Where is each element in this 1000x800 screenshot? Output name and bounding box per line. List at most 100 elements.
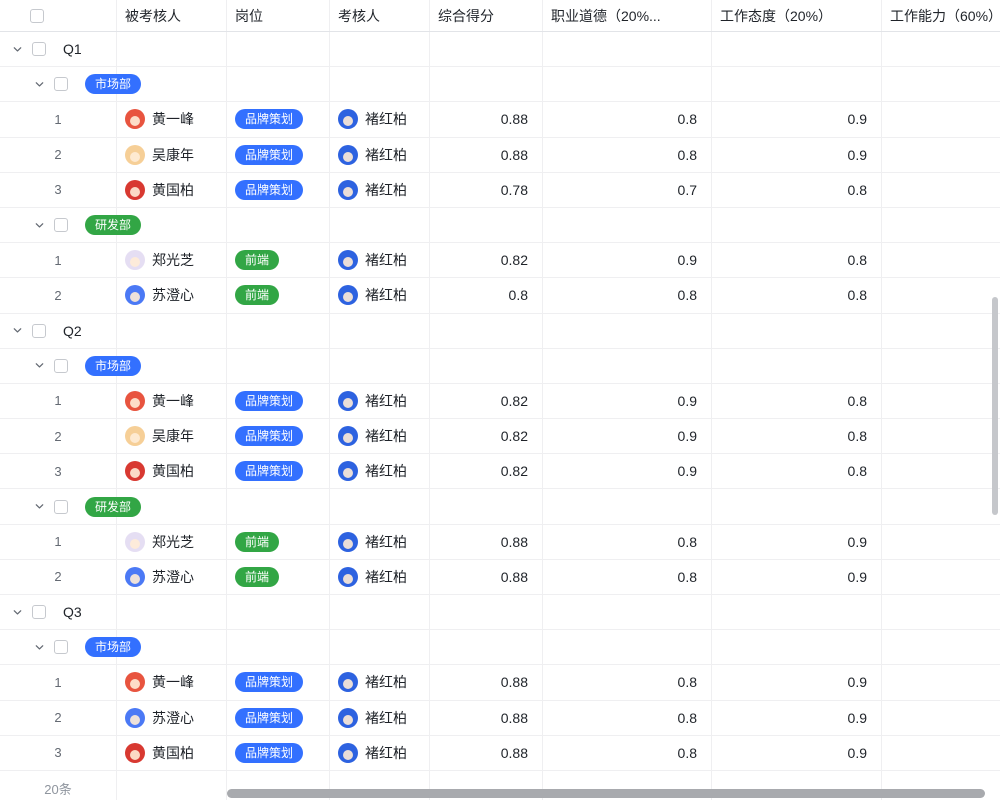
cell: 0.88 — [430, 665, 543, 699]
group-row-department[interactable]: 市场部 — [0, 630, 1000, 665]
row-index: 1 — [8, 675, 108, 690]
table-row[interactable]: 2吴康年品牌策划褚红柏0.820.90.8 — [0, 419, 1000, 454]
row-checkbox[interactable] — [54, 640, 68, 654]
cell — [227, 208, 330, 242]
cell: 研发部 — [0, 489, 117, 523]
chevron-down-icon[interactable] — [12, 325, 23, 336]
table-row[interactable]: 3黄国柏品牌策划褚红柏0.880.80.9 — [0, 736, 1000, 771]
column-header-attitude[interactable]: 工作态度（20%） — [712, 0, 882, 31]
chevron-down-icon[interactable] — [12, 44, 23, 55]
row-checkbox[interactable] — [54, 500, 68, 514]
assessee-name: 黄国柏 — [152, 743, 194, 763]
cell: 0.8 — [543, 138, 712, 172]
group-row-quarter[interactable]: Q2 — [0, 314, 1000, 349]
row-checkbox[interactable] — [54, 359, 68, 373]
attitude-value: 0.9 — [848, 710, 867, 726]
department-tag: 市场部 — [85, 637, 141, 657]
chevron-down-icon[interactable] — [34, 79, 45, 90]
column-header-assessee[interactable]: 被考核人 — [117, 0, 227, 31]
cell: 0.82 — [430, 384, 543, 418]
chevron-down-icon[interactable] — [34, 642, 45, 653]
cell: 0.8 — [543, 525, 712, 559]
cell: 0.8 — [543, 701, 712, 735]
cell — [430, 630, 543, 664]
table-row[interactable]: 3黄国柏品牌策划褚红柏0.780.70.8 — [0, 173, 1000, 208]
cell: 1 — [0, 243, 117, 277]
cell: 0.9 — [712, 665, 882, 699]
cell: 1 — [0, 525, 117, 559]
cell: 品牌策划 — [227, 454, 330, 488]
assessor-name: 褚红柏 — [365, 672, 407, 692]
group-row-department[interactable]: 研发部 — [0, 489, 1000, 524]
position-tag: 品牌策划 — [235, 180, 303, 200]
assessor-name: 褚红柏 — [365, 532, 407, 552]
table-row[interactable]: 3黄国柏品牌策划褚红柏0.820.90.8 — [0, 454, 1000, 489]
cell — [712, 489, 882, 523]
row-checkbox[interactable] — [32, 42, 46, 56]
table-row[interactable]: 2苏澄心品牌策划褚红柏0.880.80.9 — [0, 701, 1000, 736]
table-row[interactable]: 1黄一峰品牌策划褚红柏0.880.80.9 — [0, 102, 1000, 137]
cell — [430, 489, 543, 523]
cell — [543, 489, 712, 523]
cell: 3 — [0, 173, 117, 207]
assessor-name: 褚红柏 — [365, 708, 407, 728]
table-row[interactable]: 1郑光芝前端褚红柏0.880.80.9 — [0, 525, 1000, 560]
row-index: 3 — [8, 745, 108, 760]
group-row-department[interactable]: 市场部 — [0, 67, 1000, 102]
cell — [543, 208, 712, 242]
column-header-assessor[interactable]: 考核人 — [330, 0, 430, 31]
assessor-name: 褚红柏 — [365, 567, 407, 587]
cell — [117, 595, 227, 629]
header-select-cell — [0, 0, 117, 31]
row-index: 2 — [8, 147, 108, 162]
chevron-down-icon[interactable] — [12, 607, 23, 618]
avatar — [338, 743, 358, 763]
column-header-score[interactable]: 综合得分 — [430, 0, 543, 31]
column-header-ability[interactable]: 工作能力（60%） — [882, 0, 1000, 31]
cell: 20条 — [0, 771, 117, 800]
assessee-name: 郑光芝 — [152, 532, 194, 552]
group-row-department[interactable]: 研发部 — [0, 208, 1000, 243]
cell — [543, 630, 712, 664]
table-row[interactable]: 2苏澄心前端褚红柏0.880.80.9 — [0, 560, 1000, 595]
assessor-name: 褚红柏 — [365, 109, 407, 129]
cell: 褚红柏 — [330, 560, 430, 594]
column-header-ethics[interactable]: 职业道德（20%... — [543, 0, 712, 31]
ethics-value: 0.9 — [678, 252, 697, 268]
table-row[interactable]: 1黄一峰品牌策划褚红柏0.880.80.9 — [0, 665, 1000, 700]
cell: 黄国柏 — [117, 173, 227, 207]
cell: Q1 — [0, 32, 117, 66]
cell — [227, 314, 330, 348]
cell — [882, 278, 1000, 312]
cell: 郑光芝 — [117, 243, 227, 277]
row-checkbox[interactable] — [32, 605, 46, 619]
chevron-down-icon[interactable] — [34, 501, 45, 512]
attitude-value: 0.8 — [848, 252, 867, 268]
group-row-quarter[interactable]: Q1 — [0, 32, 1000, 67]
position-tag: 品牌策划 — [235, 426, 303, 446]
column-header-position[interactable]: 岗位 — [227, 0, 330, 31]
table-row[interactable]: 1郑光芝前端褚红柏0.820.90.8 — [0, 243, 1000, 278]
row-checkbox[interactable] — [32, 324, 46, 338]
table-body: Q1市场部1黄一峰品牌策划褚红柏0.880.80.92吴康年品牌策划褚红柏0.8… — [0, 32, 1000, 800]
group-label: Q3 — [63, 604, 82, 620]
cell — [882, 349, 1000, 383]
row-checkbox[interactable] — [54, 218, 68, 232]
table-row[interactable]: 1黄一峰品牌策划褚红柏0.820.90.8 — [0, 384, 1000, 419]
select-all-checkbox[interactable] — [30, 9, 44, 23]
cell: 苏澄心 — [117, 560, 227, 594]
chevron-down-icon[interactable] — [34, 220, 45, 231]
table-row[interactable]: 2吴康年品牌策划褚红柏0.880.80.9 — [0, 138, 1000, 173]
cell: 苏澄心 — [117, 701, 227, 735]
group-row-department[interactable]: 市场部 — [0, 349, 1000, 384]
horizontal-scrollbar[interactable] — [227, 789, 985, 798]
avatar — [125, 145, 145, 165]
row-checkbox[interactable] — [54, 77, 68, 91]
cell — [330, 349, 430, 383]
table-row[interactable]: 2苏澄心前端褚红柏0.80.80.8 — [0, 278, 1000, 313]
group-row-quarter[interactable]: Q3 — [0, 595, 1000, 630]
vertical-scrollbar[interactable] — [992, 297, 998, 515]
cell — [543, 314, 712, 348]
chevron-down-icon[interactable] — [34, 360, 45, 371]
cell — [227, 595, 330, 629]
